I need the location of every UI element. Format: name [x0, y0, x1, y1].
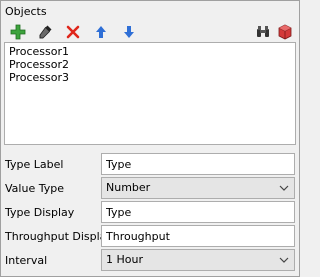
throughput-display-field[interactable] — [101, 225, 295, 247]
interval-row: Interval 1 Hour — [0, 249, 300, 273]
interval-label: Interval — [5, 254, 48, 267]
arrow-down-icon — [121, 24, 137, 40]
value-type-value: Number — [106, 181, 151, 194]
add-button[interactable] — [8, 22, 28, 42]
type-display-row: Type Display — [0, 201, 300, 225]
type-display-field[interactable] — [101, 201, 295, 223]
list-item[interactable]: Processor3 — [5, 71, 295, 84]
arrow-up-icon — [93, 24, 109, 40]
sampler-button[interactable] — [35, 22, 55, 42]
objects-list[interactable]: Processor1 Processor2 Processor3 — [4, 42, 296, 145]
find-objects-button[interactable] — [253, 22, 273, 42]
eyedropper-icon — [37, 24, 53, 40]
list-item[interactable]: Processor1 — [5, 45, 295, 58]
value-type-label: Value Type — [5, 182, 64, 195]
move-up-button[interactable] — [91, 22, 111, 42]
type-label-field[interactable] — [101, 153, 295, 175]
type-display-input[interactable] — [102, 202, 294, 222]
objects-group-title: Objects — [5, 5, 47, 18]
objects-toolbar — [0, 22, 300, 42]
binoculars-icon — [255, 24, 271, 40]
list-item[interactable]: Processor2 — [5, 58, 295, 71]
move-down-button[interactable] — [119, 22, 139, 42]
value-type-row: Value Type Number — [0, 177, 300, 201]
type-label-input[interactable] — [102, 154, 294, 174]
remove-button[interactable] — [63, 22, 83, 42]
cube-icon — [277, 24, 293, 40]
add-icon — [10, 24, 26, 40]
delete-icon — [65, 24, 81, 40]
interval-select[interactable]: 1 Hour — [101, 249, 295, 271]
value-type-select[interactable]: Number — [101, 177, 295, 199]
throughput-display-label: Throughput Display — [5, 230, 113, 243]
throughput-display-row: Throughput Display — [0, 225, 300, 249]
type-label-row: Type Label — [0, 153, 300, 177]
throughput-display-input[interactable] — [102, 226, 294, 246]
select-in-3d-button[interactable] — [275, 22, 295, 42]
chevron-down-icon — [279, 255, 289, 265]
type-display-label: Type Display — [5, 206, 75, 219]
interval-value: 1 Hour — [106, 253, 143, 266]
type-label-label: Type Label — [5, 158, 64, 171]
chevron-down-icon — [279, 183, 289, 193]
